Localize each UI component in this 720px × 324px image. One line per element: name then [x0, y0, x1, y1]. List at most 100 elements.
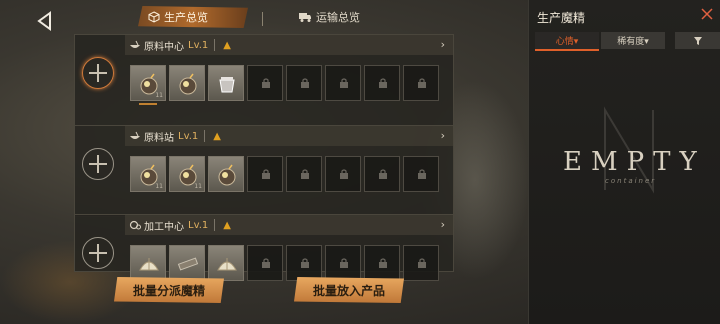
panel-header[interactable]: 原料站 Lv.1 ▲ ›: [125, 126, 453, 146]
facility-name: 加工中心: [144, 221, 184, 233]
panel-header[interactable]: 原料中心 Lv.1 ▲ ›: [125, 35, 453, 55]
slot-filled[interactable]: [169, 65, 205, 101]
slot-locked[interactable]: [364, 65, 400, 101]
funnel-icon: [694, 36, 702, 45]
slot-locked[interactable]: [325, 65, 361, 101]
gear-icon: [129, 220, 141, 230]
slot-locked[interactable]: [325, 245, 361, 281]
facility-level: Lv.1: [188, 219, 209, 231]
slot-row: [130, 245, 439, 281]
facility-name: 原料站: [144, 132, 174, 144]
chevron-right-icon: ›: [440, 38, 445, 51]
slot-filled[interactable]: 11: [169, 156, 205, 192]
tab-label: 运输总览: [316, 11, 360, 24]
bomb-item-icon: [179, 73, 197, 95]
slot-row: 11 11: [130, 156, 439, 192]
divider: [214, 39, 216, 51]
filter-bar: 心情▾ 稀有度▾: [535, 32, 720, 51]
bomb-item-icon: [218, 164, 236, 186]
add-worker-button[interactable]: [82, 237, 114, 269]
slot-count: 11: [194, 183, 202, 190]
slot-locked[interactable]: [286, 65, 322, 101]
warning-icon: ▲: [213, 130, 221, 142]
slot-count: 11: [155, 92, 163, 99]
slot-locked[interactable]: [247, 245, 283, 281]
tab-transport-overview[interactable]: 运输总览: [298, 6, 360, 28]
lock-icon: [262, 258, 270, 268]
slot-locked[interactable]: [403, 65, 439, 101]
slot-filled[interactable]: [169, 245, 205, 281]
batch-dispatch-button[interactable]: 批量分派魔精: [114, 277, 224, 303]
warning-icon: ▲: [223, 39, 231, 51]
add-worker-button[interactable]: [82, 148, 114, 180]
filter-rarity[interactable]: 稀有度▾: [601, 32, 665, 49]
chevron-right-icon: ›: [440, 129, 445, 142]
slot-filled[interactable]: 11: [130, 156, 166, 192]
lock-icon: [379, 258, 387, 268]
slot-locked[interactable]: [403, 245, 439, 281]
production-panel-raw-station: 原料站 Lv.1 ▲ › 11 11: [74, 125, 454, 217]
lock-icon: [379, 169, 387, 179]
slot-locked[interactable]: [247, 156, 283, 192]
tab-label: 生产总览: [164, 11, 208, 24]
mortar-icon: [130, 40, 140, 48]
facility-level: Lv.1: [188, 39, 209, 51]
jar-item-icon: [219, 77, 235, 93]
empty-label: EMPTY: [563, 147, 706, 177]
slot-progress: [139, 103, 157, 105]
lock-icon: [418, 258, 426, 268]
divider: [214, 219, 216, 231]
production-panel-processing-center: 加工中心 Lv.1 ▲ ›: [74, 214, 454, 281]
empty-state: EMPTY container: [549, 106, 709, 205]
slot-locked[interactable]: [325, 156, 361, 192]
lock-icon: [418, 78, 426, 88]
lock-icon: [262, 169, 270, 179]
facility-name: 原料中心: [144, 41, 184, 53]
facility-level: Lv.1: [178, 130, 199, 142]
slot-locked[interactable]: [286, 245, 322, 281]
slot-locked[interactable]: [247, 65, 283, 101]
lock-icon: [301, 169, 309, 179]
back-button[interactable]: [34, 10, 56, 32]
mortar-icon: [130, 131, 140, 139]
lock-icon: [301, 78, 309, 88]
back-triangle-icon: [37, 11, 51, 31]
shell-item-icon: [139, 258, 159, 271]
divider: [204, 130, 206, 142]
lock-icon: [340, 258, 348, 268]
slot-filled[interactable]: 11: [130, 65, 166, 105]
production-panel-raw-center: 原料中心 Lv.1 ▲ › 11: [74, 34, 454, 126]
slot-filled[interactable]: [130, 245, 166, 281]
batch-put-products-button[interactable]: 批量放入产品: [294, 277, 404, 303]
slot-locked[interactable]: [364, 245, 400, 281]
add-worker-button[interactable]: [82, 57, 114, 89]
close-icon[interactable]: [701, 8, 713, 20]
lock-icon: [301, 258, 309, 268]
warning-icon: ▲: [223, 219, 231, 231]
shell-item-icon: [217, 258, 237, 271]
tab-divider: [262, 12, 263, 26]
slot-row: 11: [130, 65, 439, 105]
slot-locked[interactable]: [286, 156, 322, 192]
lock-icon: [340, 169, 348, 179]
slot-locked[interactable]: [403, 156, 439, 192]
bar-item-icon: [177, 257, 199, 271]
lock-icon: [262, 78, 270, 88]
lock-icon: [340, 78, 348, 88]
panel-header[interactable]: 加工中心 Lv.1 ▲ ›: [125, 215, 453, 235]
tab-production-overview[interactable]: 生产总览: [138, 6, 248, 28]
empty-sublabel: container: [605, 177, 657, 185]
truck-icon: [299, 13, 311, 22]
lock-icon: [379, 78, 387, 88]
slot-count: 11: [155, 183, 163, 190]
slot-filled[interactable]: [208, 65, 244, 101]
slot-filled[interactable]: [208, 245, 244, 281]
filter-mood[interactable]: 心情▾: [535, 32, 599, 51]
slot-filled[interactable]: [208, 156, 244, 192]
filter-button[interactable]: [675, 32, 720, 49]
chevron-right-icon: ›: [440, 218, 445, 231]
panel-title: 生产魔精: [537, 11, 586, 25]
worker-side-panel: 生产魔精 心情▾ 稀有度▾ EMPTY container: [528, 0, 720, 324]
box-icon: [148, 11, 160, 23]
slot-locked[interactable]: [364, 156, 400, 192]
